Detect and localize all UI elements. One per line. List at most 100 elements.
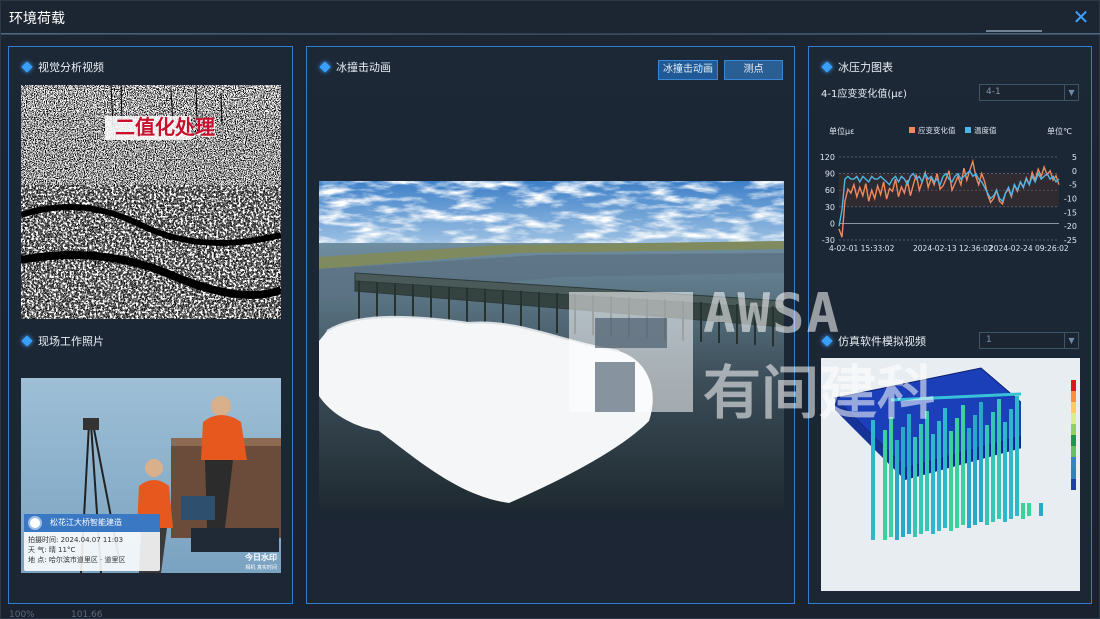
section-header-simulation: 仿真软件模拟视频 [821,333,926,349]
fea-pile [925,411,929,531]
stamp-weather-label: 天 气: [28,546,47,554]
stamp-weather-value: 晴 11°C [48,546,76,554]
fea-pile [961,405,965,525]
x-tick-label: 2024-02-13 12:36:02 [913,244,993,253]
section-title: 冰压力图表 [838,61,893,74]
fea-pile [871,420,875,540]
fea-model [833,367,1076,540]
fea-legend-swatch [1071,413,1076,424]
legend-label: 应变变化值 [918,125,956,135]
diamond-icon [821,61,833,73]
legend-swatch [909,127,915,133]
y-right-tick-label: -10 [1064,195,1077,204]
simulation-select[interactable]: 1 ▼ [979,332,1079,349]
section-header-video: 视觉分析视频 [21,59,104,75]
fea-legend-swatch [1071,391,1076,402]
title-decoration [986,30,1042,32]
fea-pile [997,399,1001,519]
watermark-app-logo: 今日水印 [245,553,277,562]
fea-pile [955,418,959,528]
section-header-chart: 冰压力图表 [821,59,893,75]
fea-pile [985,425,989,525]
fea-pile [919,424,923,534]
fea-pile [973,415,977,525]
fea-pile [943,408,947,528]
fea-pile [1003,422,1007,522]
title-divider [1,33,1100,34]
fea-pile [883,430,887,540]
stamp-details: 拍摄时间: 2024.04.07 11:03 天 气: 晴 11°C 地 点: … [28,535,126,565]
binarized-video[interactable]: 二值化处理 [21,85,281,319]
y-right-tick-label: -5 [1069,181,1077,190]
fea-legend-swatch [1071,424,1076,435]
fea-pile [937,421,941,531]
bridge-ice-scene [319,181,784,508]
title-bar: 环境荷载 [1,1,1100,35]
watermark-stamp: 松花江大桥智能建造 拍摄时间: 2024.04.07 11:03 天 气: 晴 … [24,514,160,571]
left-panel: 视觉分析视频 二值化处理 现场工作照片 松花江大桥智能建造 拍摄时间: 2024… [8,46,293,604]
section-title: 仿真软件模拟视频 [838,335,926,348]
sensor-select[interactable]: 4-1 ▼ [979,84,1079,101]
diamond-icon [821,335,833,347]
fea-pile [949,431,953,531]
chevron-down-icon: ▼ [1064,85,1078,100]
diamond-icon [21,335,33,347]
y-left-tick-label: 30 [825,203,835,212]
fea-pile [979,402,983,522]
section-header-photo: 现场工作照片 [21,333,104,349]
metric-label: 4-1应变变化值(με) [821,89,907,100]
y-left-tick-label: 0 [830,219,835,228]
strain-chart: 单位με 单位℃应变变化值 温度值1209060300-3050-5-10-15-2… [820,125,1077,253]
fea-pile [913,437,917,537]
middle-panel: 冰撞击动画 冰撞击动画 测点 [306,46,795,604]
fea-legend-swatch [1071,380,1076,391]
y-right-tick-label: 0 [1072,167,1077,176]
stamp-time-value: 2024.04.07 11:03 [60,536,124,544]
y-left-tick-label: 120 [820,153,835,162]
y-left-unit-label: 单位με [829,126,854,136]
section-header-animation: 冰撞击动画 [319,59,391,75]
stamp-location-label: 地 点: [28,556,47,564]
status-value: 101.66 [71,610,103,619]
simulation-select-value: 1 [986,335,992,345]
fea-pile [907,414,911,534]
fea-pile [1009,409,1013,519]
x-tick-label: 4-02-01 15:33:02 [829,244,895,253]
fea-pile [901,427,905,537]
fea-legend-swatch [1071,457,1076,468]
section-title: 现场工作照片 [38,335,104,348]
right-panel: 冰压力图表 4-1应变变化值(με) 4-1 ▼ 单位με 单位℃ 应变变化值 温度值… [808,46,1092,604]
y-left-tick-label: 60 [825,186,835,195]
stamp-time-label: 拍摄时间: [28,536,59,544]
fea-legend-swatch [1071,435,1076,446]
stamp-location-value: 哈尔滨市道里区 · 道里区 [48,556,126,564]
diamond-icon [21,61,33,73]
binarize-overlay-label: 二值化处理 [115,115,215,139]
close-icon[interactable]: ✕ [1071,7,1091,27]
legend-swatch [965,127,971,133]
fea-legend-swatch [1071,479,1076,490]
fea-pile [1015,396,1019,516]
fea-legend-swatch [1071,468,1076,479]
sensor-select-value: 4-1 [986,87,1001,97]
y-right-tick-label: 5 [1072,153,1077,162]
diamond-icon [319,61,331,73]
fea-pile [991,412,995,522]
measure-points-button[interactable]: 测点 [724,60,783,80]
site-photo[interactable]: 松花江大桥智能建造 拍摄时间: 2024.04.07 11:03 天 气: 晴 … [21,378,281,573]
fea-pile [967,428,971,528]
fea-pile [931,434,935,534]
fea-pile [895,440,899,540]
y-right-tick-label: -15 [1064,208,1077,217]
section-title: 视觉分析视频 [38,61,104,74]
watermark-app-sub: 相机 真实时间 [245,565,277,571]
status-zoom: 100% [9,610,35,619]
ice-impact-animation-button[interactable]: 冰撞击动画 [658,60,718,80]
section-title: 冰撞击动画 [336,61,391,74]
y-right-tick-label: -20 [1064,222,1077,231]
chevron-down-icon: ▼ [1064,333,1078,348]
fea-legend-swatch [1071,446,1076,457]
ice-impact-render[interactable] [319,181,784,508]
fea-simulation-video[interactable] [821,358,1080,591]
stamp-project: 松花江大桥智能建造 [24,514,160,532]
